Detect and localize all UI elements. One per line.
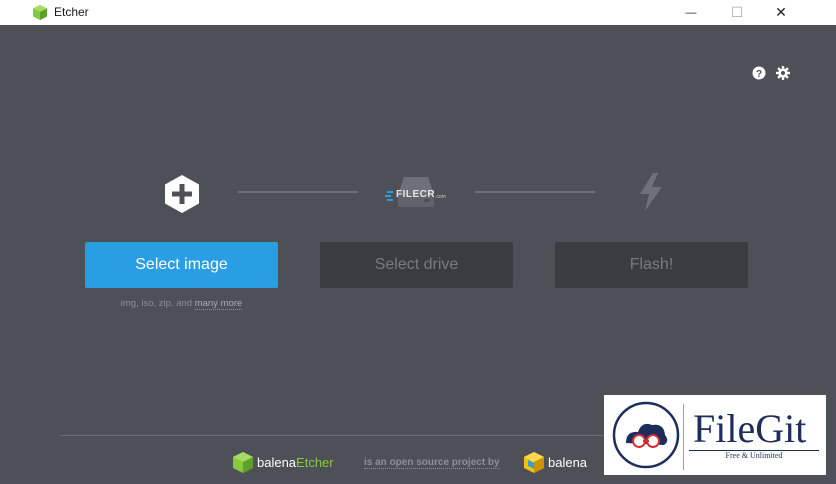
select-image-button[interactable]: Select image (85, 242, 278, 288)
filecr-suffix: .com (435, 194, 446, 200)
help-icon[interactable]: ? (752, 66, 766, 80)
maximize-icon: ☐ (730, 4, 744, 20)
supported-formats-hint: img, iso, zip, and many more (85, 298, 278, 310)
plus-hexagon-icon (165, 175, 199, 213)
brand-accent: Etcher (296, 455, 334, 470)
filecr-watermark: FILECR .com (385, 172, 447, 212)
filegit-separator (683, 404, 684, 470)
close-button[interactable]: ✕ (758, 0, 804, 25)
many-more-link[interactable]: many more (194, 298, 243, 310)
footer-brand[interactable]: balenaEtcher (257, 455, 334, 470)
step-connector (238, 191, 358, 193)
svg-text:?: ? (756, 69, 762, 80)
filecr-name: FILECR (396, 189, 436, 200)
flash-icon (640, 173, 662, 211)
filegit-name: FileGit (693, 406, 807, 451)
filegit-tagline: Free & Unlimited (725, 451, 783, 460)
close-icon: ✕ (775, 4, 787, 20)
minimize-icon: — (685, 6, 697, 19)
balena-etcher-logo-icon (233, 452, 253, 473)
settings-icon[interactable] (776, 66, 790, 80)
window-title: Etcher (54, 5, 89, 19)
etcher-app-icon (33, 5, 47, 20)
brand-light: balena (257, 455, 297, 470)
balena-org-link[interactable]: balena (548, 455, 587, 470)
open-source-text[interactable]: is an open source project by (364, 457, 500, 469)
formats-text: img, iso, zip, and (120, 298, 195, 309)
flash-button[interactable]: Flash! (555, 242, 748, 288)
select-drive-button[interactable]: Select drive (320, 242, 513, 288)
title-bar: Etcher — ☐ ✕ (0, 0, 836, 25)
minimize-button[interactable]: — (668, 0, 714, 25)
maximize-button[interactable]: ☐ (714, 0, 760, 25)
balena-logo-icon (524, 452, 544, 473)
step-connector (475, 191, 595, 193)
filegit-logo-icon (612, 401, 680, 469)
